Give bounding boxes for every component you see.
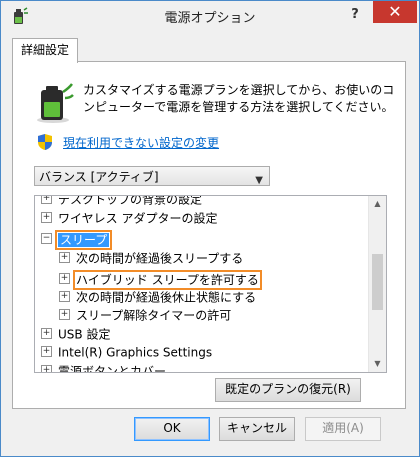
- tree-item-label-selected: スリープ: [54, 229, 113, 250]
- power-plan-dropdown[interactable]: バランス [アクティブ] ▼: [34, 166, 270, 186]
- close-button[interactable]: ✕: [373, 1, 417, 23]
- scroll-thumb[interactable]: [372, 254, 383, 310]
- restore-plan-defaults-button[interactable]: 既定のプランの復元(R): [215, 378, 361, 402]
- tree-item-label: USB 設定: [58, 327, 111, 342]
- tree-item-label: スリープ解除タイマーの許可: [76, 308, 232, 323]
- expand-icon[interactable]: +: [59, 252, 70, 263]
- expand-icon[interactable]: +: [41, 196, 52, 204]
- help-button[interactable]: ?: [340, 4, 370, 26]
- uac-shield-icon: [38, 134, 52, 150]
- change-unavailable-settings-link[interactable]: 現在利用できない設定の変更: [63, 134, 219, 151]
- tree-item-wireless-adapter[interactable]: + ワイヤレス アダプターの設定: [41, 209, 217, 227]
- tab-advanced-settings[interactable]: 詳細設定: [12, 38, 78, 63]
- expand-icon[interactable]: +: [41, 328, 52, 339]
- tree-item-label: 次の時間が経過後スリープする: [76, 251, 244, 266]
- cancel-button[interactable]: キャンセル: [219, 417, 295, 441]
- power-plan-selected-value: バランス [アクティブ]: [39, 170, 159, 184]
- settings-tree[interactable]: + デスクトップの背景の設定 + ワイヤレス アダプターの設定 − スリープ + 次の時…: [34, 195, 387, 373]
- chevron-down-icon: ▼: [255, 175, 263, 186]
- tree-item-label: Intel(R) Graphics Settings: [58, 345, 213, 360]
- expand-icon[interactable]: +: [59, 273, 70, 284]
- apply-button[interactable]: 適用(A): [305, 417, 381, 441]
- title-bar[interactable]: 電源オプション ? ✕: [1, 1, 419, 31]
- tree-item-label: デスクトップの背景の設定: [58, 195, 203, 207]
- expand-icon[interactable]: +: [59, 309, 70, 320]
- tree-item-usb-settings[interactable]: + USB 設定: [41, 325, 110, 343]
- tree-item-sleep[interactable]: − スリープ: [41, 229, 113, 250]
- tree-item-label: 次の時間が経過後休止状態にする: [76, 290, 257, 305]
- expand-icon[interactable]: +: [41, 212, 52, 223]
- tree-item-desktop-background[interactable]: + デスクトップの背景の設定: [41, 195, 203, 208]
- battery-icon: [37, 83, 74, 123]
- tree-item-label: 電源ボタンとカバー: [58, 364, 167, 373]
- tree-item-intel-graphics[interactable]: + Intel(R) Graphics Settings: [41, 343, 212, 361]
- expand-icon[interactable]: +: [41, 346, 52, 357]
- tree-item-hibernate-after[interactable]: + 次の時間が経過後休止状態にする: [59, 288, 256, 306]
- ok-button[interactable]: OK: [134, 417, 210, 441]
- tree-item-sleep-after[interactable]: + 次の時間が経過後スリープする: [59, 249, 243, 267]
- advanced-settings-panel: カスタマイズする電源プランを選択してから、お使いのコンピューターで電源を管理する…: [12, 61, 406, 409]
- power-options-dialog: 電源オプション ? ✕ 詳細設定 カスタマイズする電源プランを選択してから、お使…: [0, 0, 420, 457]
- tree-item-allow-hybrid-sleep[interactable]: + ハイブリッド スリープを許可する: [59, 269, 262, 290]
- tree-scrollbar[interactable]: ▲ ▼: [368, 196, 386, 372]
- tree-item-label-highlighted: ハイブリッド スリープを許可する: [73, 269, 262, 290]
- collapse-icon[interactable]: −: [41, 233, 52, 244]
- panel-description: カスタマイズする電源プランを選択してから、お使いのコンピューターで電源を管理する…: [83, 83, 395, 114]
- scroll-up-arrow-icon[interactable]: ▲: [369, 196, 386, 212]
- expand-icon[interactable]: +: [59, 291, 70, 302]
- tree-item-label: ワイヤレス アダプターの設定: [58, 211, 218, 226]
- tree-item-power-buttons-lid[interactable]: + 電源ボタンとカバー: [41, 362, 167, 373]
- tree-item-wake-timers[interactable]: + スリープ解除タイマーの許可: [59, 306, 231, 324]
- expand-icon[interactable]: +: [41, 365, 52, 372]
- scroll-down-arrow-icon[interactable]: ▼: [369, 356, 386, 372]
